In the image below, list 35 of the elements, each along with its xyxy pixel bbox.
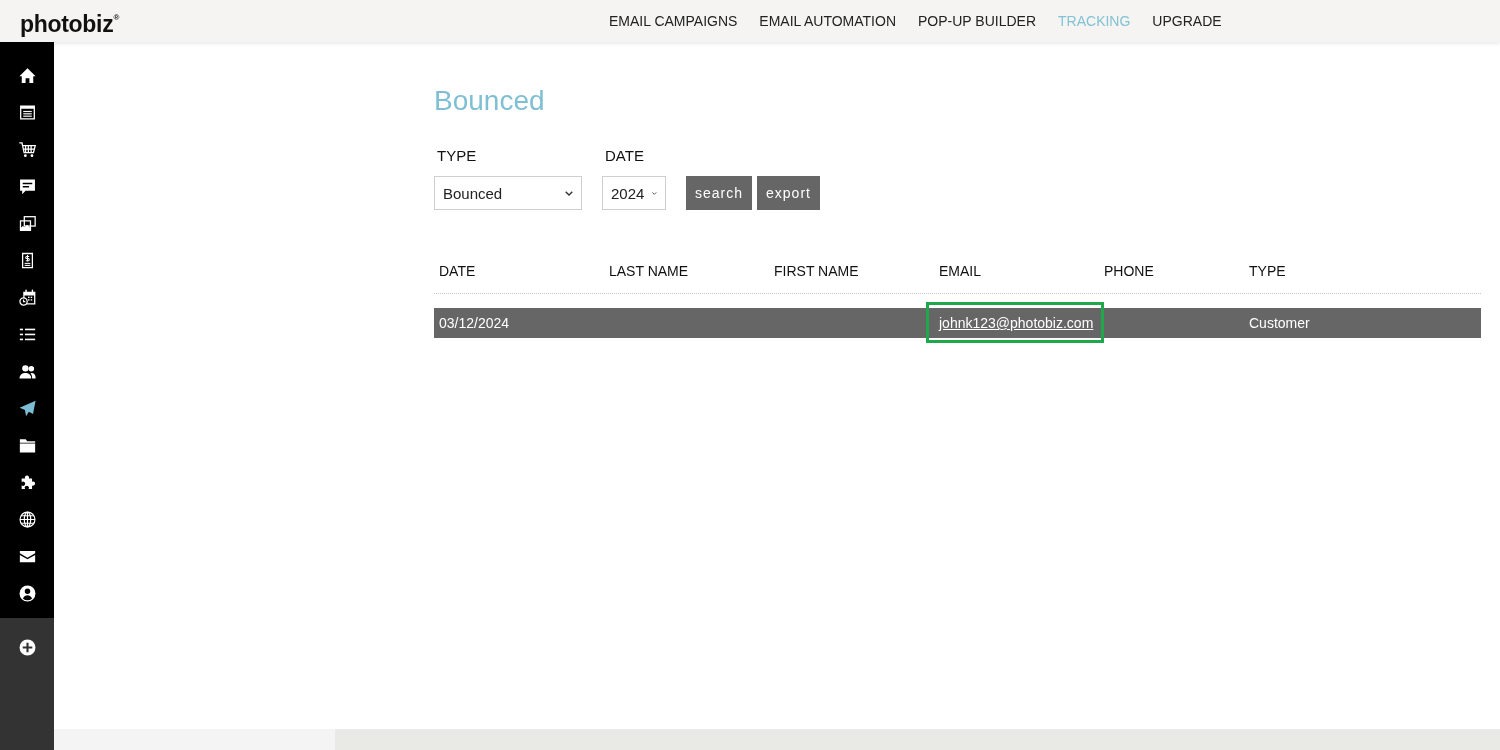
home-icon[interactable] [18,66,36,84]
filter-label: DATE [604,146,644,166]
logo[interactable]: photobiz$^{®}$ [20,4,119,38]
column-header: FIRST NAME [773,262,859,281]
paper-plane-icon[interactable] [18,399,36,417]
column-header: TYPE [1248,262,1286,281]
chat-bubble-icon[interactable] [18,177,36,195]
cart-icon[interactable] [18,140,36,158]
action-button[interactable]: export [757,176,820,210]
filter-label: TYPE [436,146,477,166]
column-header: PHONE [1103,262,1154,281]
chevron-icon [652,190,657,196]
add-icon[interactable] [18,639,36,656]
column-header: LAST NAME [608,262,689,281]
browser-window-icon[interactable] [18,103,36,121]
dropdown-select[interactable]: Bounced [434,176,582,210]
table-cell-text: Customer [1249,314,1310,333]
chevron-icon [565,190,573,196]
nav-tab[interactable]: EMAIL AUTOMATION [759,11,896,31]
globe-icon[interactable] [18,510,36,528]
calendar-clock-icon[interactable] [18,288,36,306]
action-button[interactable]: search [686,176,753,210]
nav-tab[interactable]: EMAIL CAMPAIGNS [609,11,738,31]
column-header: DATE [438,262,476,281]
nav-tab[interactable]: POP-UP BUILDER [918,11,1036,31]
email-link[interactable]: johnk123@photobiz.com [939,313,1094,333]
table-cell-text: 03/12/2024 [439,314,510,333]
column-header: EMAIL [938,262,981,281]
users-icon[interactable] [18,362,36,380]
dropdown-select[interactable]: 2024 [602,176,666,210]
nav-tab[interactable]: UPGRADE [1152,11,1222,31]
table-row[interactable]: 03/12/2024 johnk123@photobiz.com Customer [434,308,1481,338]
page-title: Bounced [434,84,545,118]
images-icon[interactable] [18,214,36,232]
folder-icon[interactable] [18,436,36,454]
